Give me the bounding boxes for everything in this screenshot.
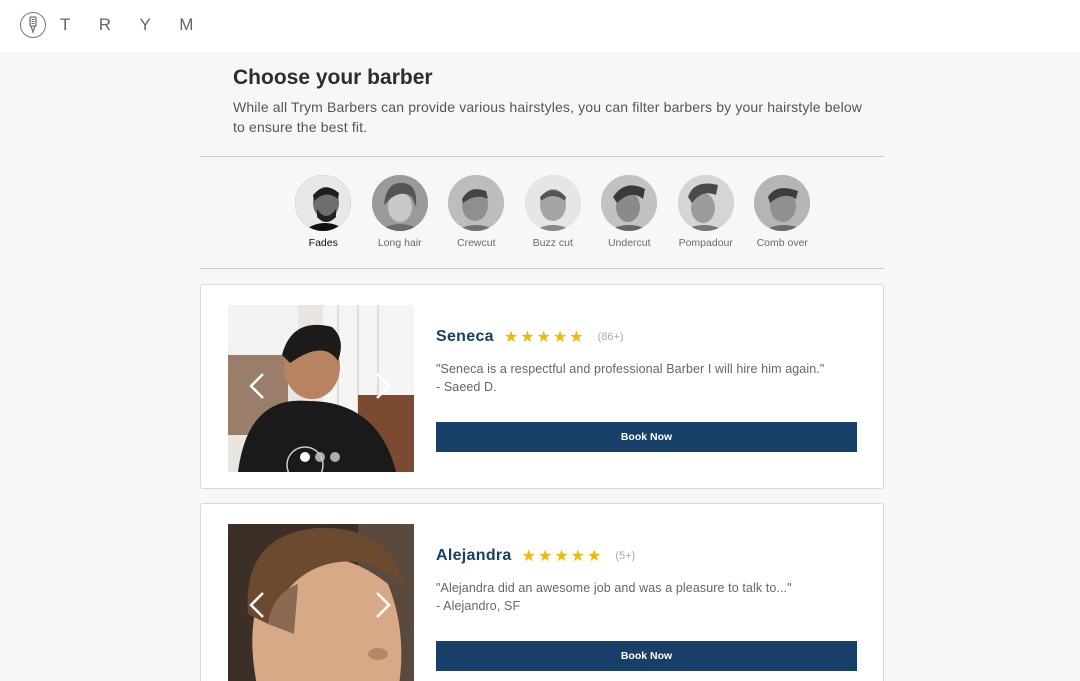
review-count: (86+)	[597, 331, 624, 343]
hairstyle-crewcut[interactable]: Crewcut	[438, 175, 515, 249]
hairstyle-long-hair[interactable]: Long hair	[362, 175, 439, 249]
review-quote: "Seneca is a respectful and professional…	[436, 362, 825, 376]
hairstyle-label: Comb over	[756, 237, 808, 249]
carousel-dots	[300, 452, 340, 462]
barber-card: Alejandra ★★★★★ (5+) "Alejandra did an a…	[200, 503, 884, 681]
chevron-right-icon	[376, 373, 391, 399]
barber-info: Alejandra ★★★★★ (5+) "Alejandra did an a…	[436, 542, 857, 615]
review-count: (5+)	[615, 550, 636, 562]
hairstyle-undercut[interactable]: Undercut	[591, 175, 668, 249]
chevron-left-icon	[249, 592, 264, 618]
brand-name: T R Y M	[60, 15, 206, 34]
hairstyle-label: Long hair	[377, 237, 422, 249]
carousel-prev-button[interactable]	[246, 369, 268, 403]
hairstyle-pompadour[interactable]: Pompadour	[668, 175, 745, 249]
hairstyle-comb-over-photo	[754, 175, 811, 231]
book-now-button[interactable]: Book Now	[436, 641, 857, 671]
star-rating-icon: ★★★★★	[503, 329, 586, 346]
carousel-next-button[interactable]	[372, 588, 394, 622]
barber-name[interactable]: Seneca	[436, 328, 494, 346]
book-now-button[interactable]: Book Now	[436, 422, 857, 452]
trym-logo-icon	[20, 12, 46, 38]
carousel-next-button[interactable]	[372, 369, 394, 403]
hairstyle-buzz-cut-photo	[524, 175, 581, 231]
brand-logo[interactable]: T R Y M	[20, 12, 205, 38]
hairstyle-undercut-photo	[601, 175, 658, 231]
barber-card: Seneca ★★★★★ (86+) "Seneca is a respectf…	[200, 284, 884, 489]
hairstyle-label: Buzz cut	[532, 237, 573, 249]
hairstyle-label: Undercut	[607, 237, 651, 249]
review-quote: "Alejandra did an awesome job and was a …	[436, 581, 792, 595]
reviewer-name: - Saeed D.	[436, 380, 497, 394]
carousel-dot[interactable]	[315, 452, 325, 462]
hairstyle-fades-photo	[295, 175, 352, 231]
chevron-right-icon	[376, 592, 391, 618]
page-header: Choose your barber While all Trym Barber…	[233, 64, 873, 137]
hairstyle-fades[interactable]: Fades	[285, 175, 362, 249]
barber-photo-carousel	[228, 305, 414, 472]
hairstyle-pompadour-photo	[677, 175, 734, 231]
hairstyle-long-hair-photo	[371, 175, 428, 231]
hairstyle-buzz-cut[interactable]: Buzz cut	[515, 175, 592, 249]
carousel-prev-button[interactable]	[246, 588, 268, 622]
top-bar: T R Y M	[0, 0, 1080, 52]
page-title: Choose your barber	[233, 66, 433, 89]
divider-top	[200, 156, 884, 157]
carousel-dot[interactable]	[300, 452, 310, 462]
hairstyle-filter: Fades Long hair Crewcut Buzz cut Undercu…	[285, 175, 821, 249]
divider-bottom	[200, 268, 884, 269]
star-rating-icon: ★★★★★	[521, 548, 604, 565]
hairstyle-label: Fades	[308, 237, 338, 249]
carousel-dot[interactable]	[330, 452, 340, 462]
barber-photo-carousel	[228, 524, 414, 681]
page-subtitle: While all Trym Barbers can provide vario…	[233, 99, 863, 135]
barber-name[interactable]: Alejandra	[436, 547, 512, 565]
hairstyle-crewcut-photo	[448, 175, 505, 231]
hairstyle-label: Pompadour	[678, 237, 733, 249]
hairstyle-label: Crewcut	[456, 237, 496, 249]
hairstyle-comb-over[interactable]: Comb over	[744, 175, 821, 249]
reviewer-name: - Alejandro, SF	[436, 599, 521, 613]
barber-info: Seneca ★★★★★ (86+) "Seneca is a respectf…	[436, 323, 857, 396]
chevron-left-icon	[249, 373, 264, 399]
